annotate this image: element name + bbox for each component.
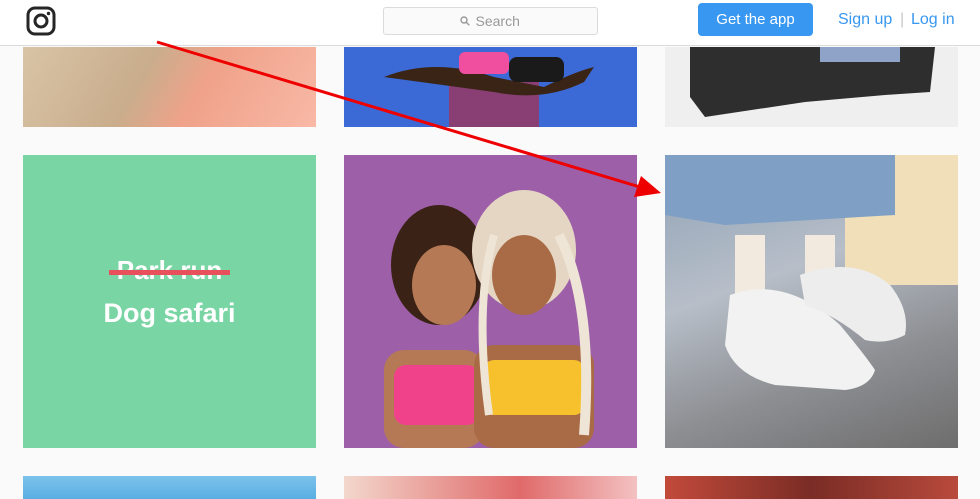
- photo-tile-sky[interactable]: [23, 476, 316, 499]
- search-input[interactable]: [475, 13, 522, 29]
- photo-stretching-content: [384, 52, 594, 127]
- photo-sneakers-content: [665, 155, 958, 390]
- photo-two-women-content: [384, 190, 594, 448]
- photo-tile-text-graphic[interactable]: Park run Dog safari: [23, 155, 316, 448]
- search-box[interactable]: [383, 7, 598, 35]
- get-the-app-button[interactable]: Get the app: [698, 3, 813, 36]
- log-in-link[interactable]: Log in: [911, 11, 955, 29]
- top-navigation-bar: Get the app Sign up | Log in: [0, 0, 980, 46]
- photo-jeans-content: [690, 47, 935, 117]
- instagram-logo-icon[interactable]: [26, 6, 56, 36]
- photo-tile-red-wall[interactable]: [344, 476, 637, 499]
- sign-up-link[interactable]: Sign up: [838, 11, 892, 29]
- photo-tile-stretching[interactable]: [344, 47, 637, 127]
- photo-tile-two-women[interactable]: [344, 155, 637, 448]
- photo-tile-sneakers[interactable]: [665, 155, 958, 448]
- main-text: Dog safari: [103, 298, 236, 328]
- search-icon: [459, 16, 470, 26]
- photo-tile-brick-building[interactable]: [665, 476, 958, 499]
- photo-tile-jeans[interactable]: [665, 47, 958, 127]
- photo-tile-toys[interactable]: [23, 47, 316, 127]
- text-graphic: Park run Dog safari: [23, 255, 316, 329]
- link-separator: |: [900, 11, 905, 28]
- struck-text: Park run: [108, 255, 230, 285]
